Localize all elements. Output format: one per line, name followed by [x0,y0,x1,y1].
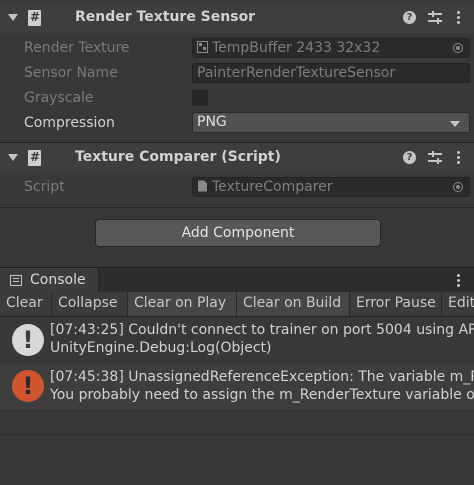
collapse-button[interactable]: Collapse [52,292,128,316]
console-menu-icon[interactable] [457,274,461,289]
texture-icon [197,41,208,53]
component-menu-icon[interactable] [457,11,461,26]
tab-console[interactable]: Console [0,268,99,293]
sensor-name-value: PainterRenderTextureSensor [197,65,396,81]
console-divider [0,410,474,411]
foldout-arrow-icon[interactable] [8,14,18,21]
chevron-down-icon [450,121,460,127]
console-divider [0,434,474,435]
grayscale-checkbox[interactable] [192,90,208,106]
presets-icon[interactable] [428,151,442,165]
object-picker-icon[interactable] [453,182,463,192]
grayscale-label: Grayscale [24,90,94,106]
log-message: [07:45:38] UnassignedReferenceException:… [50,369,474,385]
component-title: Render Texture Sensor [75,9,256,25]
script-icon: # [28,10,41,26]
script-field[interactable]: TextureComparer [192,177,470,197]
script-file-icon [198,180,207,192]
component-title: Texture Comparer (Script) [75,149,281,165]
compression-value: PNG [197,114,227,130]
clear-button[interactable]: Clear [0,292,52,316]
log-stacktrace: UnityEngine.Debug:Log(Object) [50,340,272,356]
error-icon: ! [12,370,44,402]
clear-on-play-toggle[interactable]: Clear on Play [128,292,237,316]
console-tab-bar: Console [0,267,474,293]
log-entry[interactable]: ! [07:45:38] UnassignedReferenceExceptio… [0,364,474,410]
sensor-name-field[interactable]: PainterRenderTextureSensor [192,63,470,83]
component-menu-icon[interactable] [457,151,461,166]
log-message: [07:43:25] Couldn't connect to trainer o… [50,322,474,338]
log-entry[interactable]: ! [07:43:25] Couldn't connect to trainer… [0,318,474,364]
object-picker-icon[interactable] [453,43,463,53]
console-icon [10,275,22,286]
add-component-button[interactable]: Add Component [95,219,381,247]
compression-dropdown[interactable]: PNG [192,112,470,133]
presets-icon[interactable] [428,11,442,25]
console-toolbar: Clear Collapse Clear on Play Clear on Bu… [0,292,474,317]
clear-on-build-toggle[interactable]: Clear on Build [237,292,350,316]
divider [0,207,474,208]
log-stacktrace: You probably need to assign the m_Render… [50,387,474,403]
foldout-arrow-icon[interactable] [8,154,18,161]
console-tab-label: Console [30,272,86,288]
texture-comparer-header[interactable]: # Texture Comparer (Script) ? [0,142,474,173]
help-icon[interactable]: ? [403,11,416,24]
render-texture-field[interactable]: TempBuffer 2433 32x32 [192,38,470,58]
script-value: TextureComparer [212,179,333,195]
script-label: Script [24,179,65,195]
compression-label: Compression [24,115,115,131]
help-icon[interactable]: ? [403,151,416,164]
render-texture-value: TempBuffer 2433 32x32 [212,40,381,56]
info-icon: ! [12,324,44,356]
sensor-name-label: Sensor Name [24,65,118,81]
error-pause-button[interactable]: Error Pause [350,292,442,316]
render-texture-sensor-header[interactable]: # Render Texture Sensor ? [0,3,474,33]
render-texture-label: Render Texture [24,40,130,56]
editor-button[interactable]: Edit [442,292,474,316]
script-icon: # [28,150,41,166]
